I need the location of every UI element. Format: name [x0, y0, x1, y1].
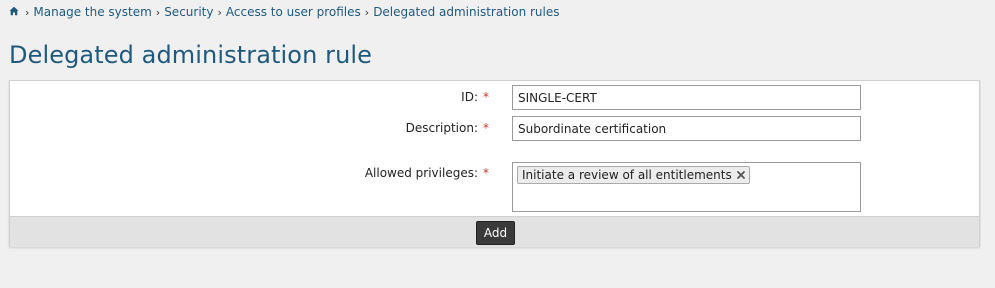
privilege-tag-label: Initiate a review of all entitlements [522, 168, 732, 182]
close-icon[interactable] [736, 170, 746, 180]
rule-form-panel: ID:* Description:* Allowed privileges:* … [9, 80, 980, 247]
description-label-text: Description: [405, 121, 478, 135]
breadcrumb-separator: › [364, 5, 370, 19]
required-marker: * [483, 121, 489, 135]
breadcrumb-access-user-profiles[interactable]: Access to user profiles [226, 5, 361, 19]
id-label-text: ID: [461, 90, 478, 104]
required-marker: * [483, 90, 489, 104]
id-field[interactable] [512, 85, 861, 110]
breadcrumb-separator: › [155, 5, 161, 19]
allowed-privileges-field[interactable]: Initiate a review of all entitlements [512, 162, 861, 212]
breadcrumb-manage-system[interactable]: Manage the system [33, 5, 151, 19]
home-icon [9, 6, 19, 16]
breadcrumb-home[interactable] [9, 5, 21, 19]
allowed-privileges-label: Allowed privileges: * [365, 166, 489, 180]
description-label: Description: * [406, 121, 489, 135]
allowed-privileges-label-text: Allowed privileges: [364, 166, 478, 180]
add-button[interactable]: Add [476, 221, 515, 245]
breadcrumb-separator: › [25, 5, 30, 19]
id-label: ID: * [461, 90, 489, 104]
breadcrumb: › Manage the system › Security › Access … [9, 4, 560, 20]
page-title: Delegated administration rule [9, 41, 373, 69]
form-footer: Add [10, 216, 979, 247]
breadcrumb-security[interactable]: Security [164, 5, 213, 19]
breadcrumb-separator: › [217, 5, 222, 19]
breadcrumb-delegated-admin-rules[interactable]: Delegated administration rules [373, 5, 559, 19]
privilege-tag: Initiate a review of all entitlements [517, 166, 750, 184]
required-marker: * [483, 166, 489, 180]
description-field[interactable] [512, 116, 861, 141]
